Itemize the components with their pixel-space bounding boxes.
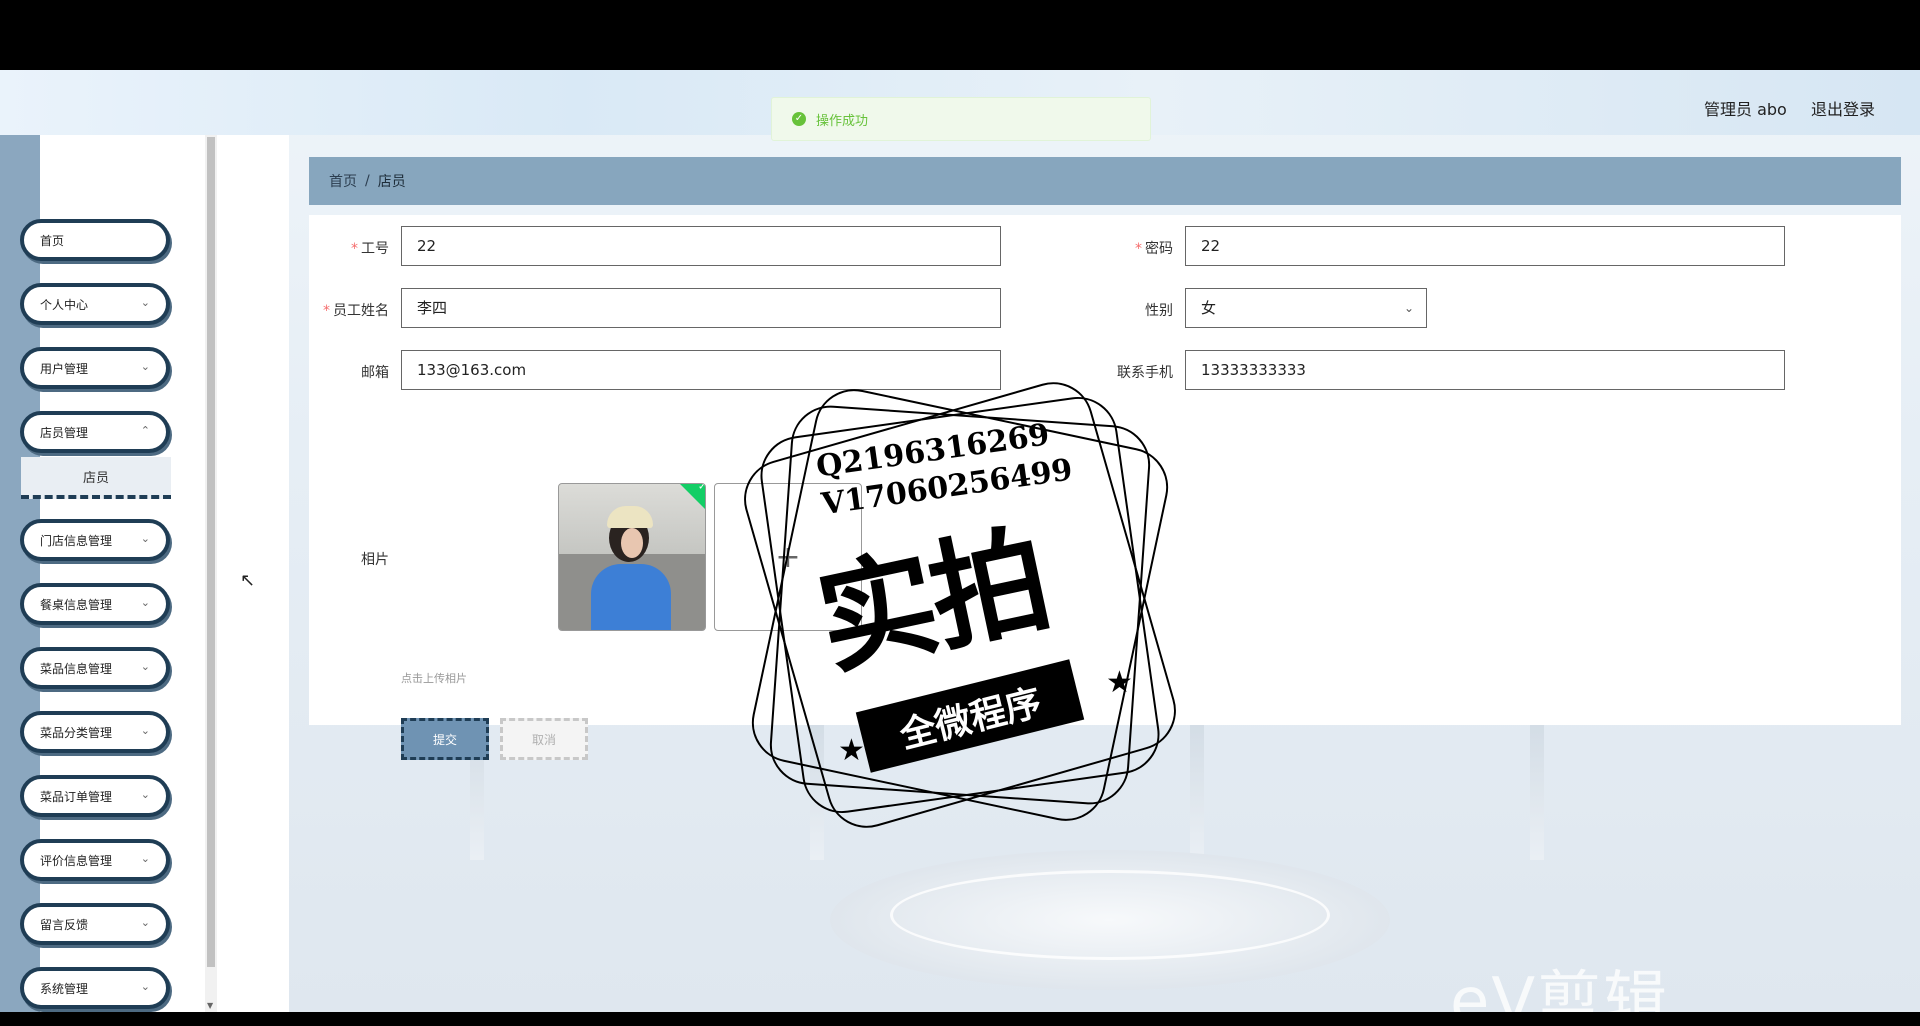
breadcrumb: 首页 / 店员 — [309, 157, 1901, 205]
sidebar-item-label: 菜品信息管理 — [40, 661, 113, 676]
chevron-down-icon: ⌄ — [140, 360, 150, 373]
chevron-down-icon: ⌄ — [140, 788, 150, 801]
sidebar-scrollbar[interactable]: ▼ — [205, 135, 217, 1012]
sidebar-item-stores[interactable]: 门店信息管理 ⌄ — [20, 519, 170, 561]
success-toast: ✓ 操作成功 — [771, 97, 1151, 141]
gender-value: 女 — [1201, 299, 1217, 317]
chevron-down-icon: ⌄ — [140, 296, 150, 309]
app-window: 管理员 abo 退出登录 首页 个人中心 ⌄ 用户管理 ⌄ 店员管理 ⌃ 店员 … — [0, 70, 1920, 1012]
gender-label: 性别 — [1145, 303, 1173, 319]
scroll-down-icon[interactable]: ▼ — [207, 1001, 213, 1010]
chevron-down-icon: ⌄ — [1403, 301, 1414, 315]
submit-button[interactable]: 提交 — [401, 718, 489, 760]
job-no-label: * 工号 — [351, 241, 389, 257]
name-input[interactable]: 李四 — [401, 288, 1001, 328]
bottom-letterbox — [0, 1012, 1920, 1026]
sidebar-item-orders[interactable]: 菜品订单管理 ⌄ — [20, 775, 170, 817]
check-circle-icon: ✓ — [792, 112, 806, 126]
sidebar-subitem-staff[interactable]: 店员 — [21, 457, 171, 499]
breadcrumb-separator: / — [365, 173, 370, 189]
gender-select[interactable]: 女 ⌄ — [1185, 288, 1427, 328]
chevron-down-icon: ⌄ — [140, 724, 150, 737]
sidebar-item-label: 个人中心 — [40, 297, 89, 312]
sidebar-item-system[interactable]: 系统管理 ⌄ — [20, 967, 170, 1009]
sidebar-item-label: 菜品分类管理 — [40, 725, 113, 740]
breadcrumb-current: 店员 — [377, 174, 406, 190]
password-input[interactable]: 22 — [1185, 226, 1785, 266]
email-label: 邮箱 — [361, 365, 389, 381]
sidebar-item-home[interactable]: 首页 — [20, 219, 170, 261]
sidebar-item-dishes[interactable]: 菜品信息管理 ⌄ — [20, 647, 170, 689]
chevron-down-icon: ⌄ — [140, 980, 150, 993]
chevron-down-icon: ⌄ — [140, 916, 150, 929]
mouse-cursor-icon: ↖ — [240, 570, 256, 591]
watermark-stamp: Q2196316269 V17060256499 实拍 全微程序 ★ ★ — [720, 365, 1200, 855]
name-label: * 员工姓名 — [323, 303, 389, 319]
sidebar-item-label: 首页 — [40, 233, 65, 248]
sidebar-item-label: 用户管理 — [40, 361, 89, 376]
chevron-down-icon: ⌄ — [140, 852, 150, 865]
sidebar-item-users[interactable]: 用户管理 ⌄ — [20, 347, 170, 389]
ev-editor-logo: eV剪辑 — [1450, 965, 1670, 1012]
sidebar-item-label: 系统管理 — [40, 981, 89, 996]
required-mark: * — [1135, 241, 1142, 257]
toast-message: 操作成功 — [816, 113, 869, 129]
cancel-button[interactable]: 取消 — [500, 718, 588, 760]
chevron-down-icon: ⌄ — [140, 532, 150, 545]
sidebar-item-label: 留言反馈 — [40, 917, 89, 932]
sidebar-rail — [0, 135, 40, 1012]
phone-input[interactable]: 13333333333 — [1185, 350, 1785, 390]
star-icon: ★ — [1106, 665, 1133, 700]
required-mark: * — [351, 241, 358, 257]
sidebar-item-staff[interactable]: 店员管理 ⌃ — [20, 411, 170, 453]
sidebar-item-label: 门店信息管理 — [40, 533, 113, 548]
sidebar-item-label: 菜品订单管理 — [40, 789, 113, 804]
sidebar-item-reviews[interactable]: 评价信息管理 ⌄ — [20, 839, 170, 881]
logout-button[interactable]: 退出登录 — [1811, 96, 1875, 120]
sidebar-item-tables[interactable]: 餐桌信息管理 ⌄ — [20, 583, 170, 625]
sidebar-item-label: 评价信息管理 — [40, 853, 113, 868]
job-no-input[interactable]: 22 — [401, 226, 1001, 266]
scrollbar-thumb[interactable] — [207, 137, 215, 967]
star-icon: ★ — [838, 733, 865, 768]
chevron-up-icon: ⌃ — [140, 424, 150, 437]
sidebar-item-label: 餐桌信息管理 — [40, 597, 113, 612]
sidebar-item-label: 店员管理 — [40, 425, 89, 440]
chevron-down-icon: ⌄ — [140, 660, 150, 673]
required-mark: * — [323, 303, 330, 319]
sidebar-item-profile[interactable]: 个人中心 ⌄ — [20, 283, 170, 325]
sidebar-item-dish-categories[interactable]: 菜品分类管理 ⌄ — [20, 711, 170, 753]
photo-label: 相片 — [361, 552, 389, 568]
current-user: 管理员 abo — [1704, 100, 1787, 119]
password-label: * 密码 — [1135, 241, 1173, 257]
breadcrumb-home[interactable]: 首页 — [329, 171, 357, 191]
upload-tip: 点击上传相片 — [401, 672, 467, 685]
sidebar: 首页 个人中心 ⌄ 用户管理 ⌄ 店员管理 ⌃ 店员 门店信息管理 ⌄ 餐桌信息… — [0, 135, 205, 1012]
sidebar-item-feedback[interactable]: 留言反馈 ⌄ — [20, 903, 170, 945]
uploaded-photo[interactable]: ✓ — [558, 483, 706, 631]
top-letterbox — [0, 0, 1920, 70]
chevron-down-icon: ⌄ — [140, 596, 150, 609]
